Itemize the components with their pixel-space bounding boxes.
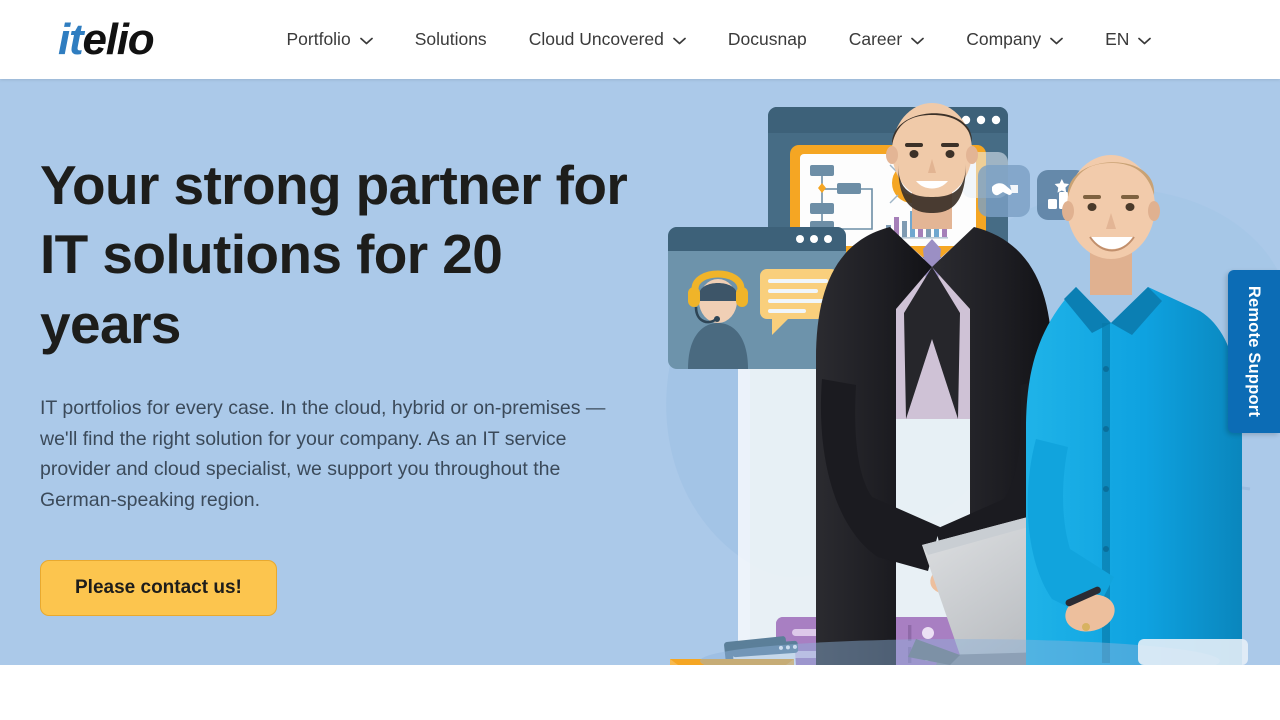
- chevron-down-icon: [1050, 37, 1063, 45]
- hero-subtitle: IT portfolios for every case. In the clo…: [40, 396, 606, 512]
- nav-item-language-switcher[interactable]: EN: [1084, 28, 1172, 49]
- nav-item-cloud-uncovered[interactable]: Cloud Uncovered: [508, 28, 707, 49]
- nav-item-career[interactable]: Career: [828, 28, 946, 49]
- site-header: itelio Portfolio Solutions Cloud Uncover…: [0, 0, 1280, 79]
- nav-item-portfolio[interactable]: Portfolio: [265, 28, 393, 49]
- nav-label: Company: [966, 28, 1042, 49]
- logo-text-secondary: elio: [82, 14, 154, 64]
- remote-support-tab[interactable]: Remote Support: [1228, 270, 1280, 433]
- chevron-down-icon: [1138, 37, 1152, 45]
- hero-section: Your strong partner for IT solutions for…: [0, 79, 1280, 665]
- page-content-below-hero: [0, 665, 1280, 720]
- nav-item-docusnap[interactable]: Docusnap: [707, 28, 828, 49]
- nav-item-solutions[interactable]: Solutions: [394, 28, 508, 49]
- chevron-down-icon: [673, 37, 686, 45]
- hero-text-block: Your strong partner for IT solutions for…: [40, 151, 650, 617]
- nav-label: Solutions: [414, 28, 487, 49]
- itelio-logo[interactable]: itelio: [58, 14, 155, 64]
- chevron-down-icon: [359, 37, 373, 45]
- chevron-down-icon: [911, 37, 925, 45]
- nav-label: Career: [848, 28, 903, 49]
- nav-label: EN: [1105, 28, 1130, 49]
- it-team-illustration: [640, 79, 1280, 665]
- nav-label: Portfolio: [286, 28, 351, 49]
- nav-label: Cloud Uncovered: [528, 28, 664, 49]
- nav-item-company[interactable]: Company: [945, 28, 1084, 49]
- logo-text-primary: it: [58, 14, 84, 64]
- remote-support-label: Remote Support: [1245, 285, 1264, 418]
- page-title: Your strong partner for IT solutions for…: [40, 154, 628, 355]
- nav-label: Docusnap: [727, 28, 807, 49]
- main-navigation: Portfolio Solutions Cloud Uncovered Docu…: [265, 28, 1172, 49]
- contact-us-button[interactable]: Please contact us!: [40, 560, 277, 617]
